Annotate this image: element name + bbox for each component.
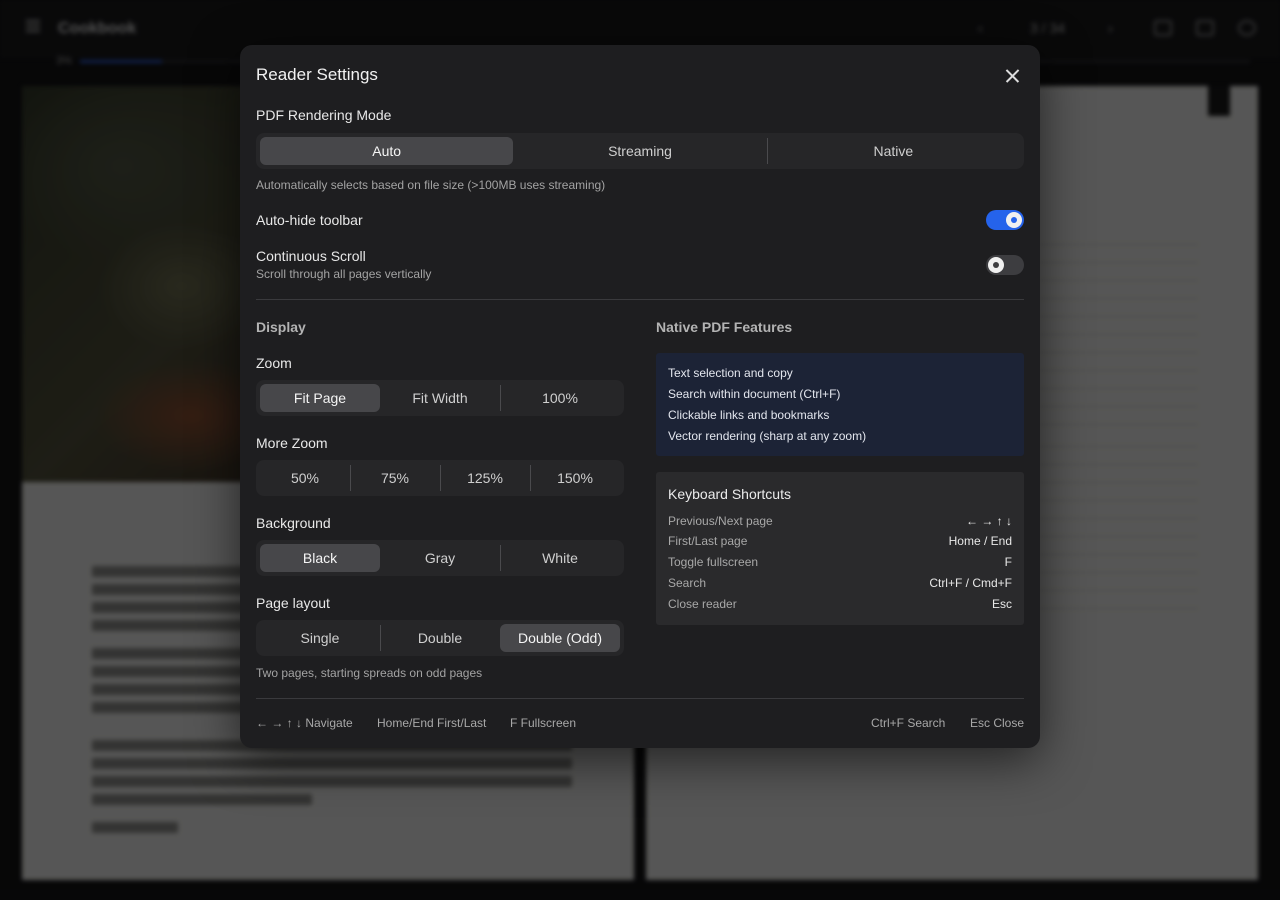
shortcut-keys: F [1004,555,1012,569]
rendering-native-option[interactable]: Native [766,137,1020,165]
toggle-knob [1006,212,1022,228]
background-label: Background [256,515,331,531]
shortcut-action: Search [668,576,707,590]
shortcut-action: Previous/Next page [668,514,773,528]
zoom-125-option[interactable]: 125% [440,464,530,492]
background-white-option[interactable]: White [500,544,620,572]
more-zoom-selector: 50% 75% 125% 150% [256,460,624,496]
section-divider [256,299,1024,300]
rendering-streaming-option[interactable]: Streaming [513,137,766,165]
footer-first-last-hint: Home/End First/Last [377,716,487,730]
auto-hide-toolbar-label: Auto-hide toolbar [256,212,363,228]
native-features-panel: Text selection and copy Search within do… [656,353,1024,456]
rendering-auto-option[interactable]: Auto [260,137,514,165]
feature-item: Search within document (Ctrl+F) [668,387,841,401]
zoom-50-option[interactable]: 50% [260,464,350,492]
rendering-mode-selector: Auto Streaming Native [256,133,1024,169]
rendering-mode-label: PDF Rendering Mode [256,107,392,123]
shortcut-keys: Esc [991,597,1012,611]
background-gray-option[interactable]: Gray [380,544,500,572]
layout-double-odd-option[interactable]: Double (Odd) [500,624,620,652]
continuous-scroll-toggle[interactable] [986,255,1024,275]
footer-divider [256,698,1024,699]
continuous-scroll-label: Continuous Scroll [256,248,366,264]
display-section-title: Display [256,319,306,335]
close-icon[interactable] [1002,65,1024,87]
auto-hide-toolbar-toggle[interactable] [986,210,1024,230]
footer-search-hint: Ctrl+F Search [871,716,946,730]
zoom-150-option[interactable]: 150% [530,464,620,492]
shortcut-keys: Home / End [948,534,1012,548]
toggle-knob [988,257,1004,273]
native-features-title: Native PDF Features [656,319,793,335]
footer-fullscreen-hint: F Fullscreen [510,716,577,730]
shortcut-action: First/Last page [668,534,748,548]
shortcut-keys: ← → ↑ ↓ [965,514,1012,528]
layout-double-option[interactable]: Double [380,624,500,652]
feature-item: Vector rendering (sharp at any zoom) [668,429,867,443]
page-layout-description: Two pages, starting spreads on odd pages [256,666,483,680]
zoom-100-option[interactable]: 100% [500,384,620,412]
shortcut-action: Toggle fullscreen [668,555,759,569]
page-layout-selector: Single Double Double (Odd) [256,620,624,656]
feature-item: Clickable links and bookmarks [668,408,830,422]
continuous-scroll-description: Scroll through all pages vertically [256,267,432,281]
background-selector: Black Gray White [256,540,624,576]
shortcut-action: Close reader [668,597,737,611]
shortcuts-title: Keyboard Shortcuts [668,486,791,502]
dialog-title: Reader Settings [256,65,378,84]
feature-item: Text selection and copy [668,366,793,380]
footer-navigate-hint: ← → ↑ ↓ Navigate [256,716,353,730]
zoom-75-option[interactable]: 75% [350,464,440,492]
background-black-option[interactable]: Black [260,544,380,572]
zoom-label: Zoom [256,355,292,371]
zoom-fit-page-option[interactable]: Fit Page [260,384,380,412]
keyboard-shortcuts-panel: Keyboard Shortcuts Previous/Next page ← … [656,472,1024,625]
shortcut-keys: Ctrl+F / Cmd+F [929,576,1012,590]
rendering-mode-description: Automatically selects based on file size… [256,178,606,192]
zoom-selector: Fit Page Fit Width 100% [256,380,624,416]
reader-settings-dialog: Reader Settings PDF Rendering Mode Auto … [240,45,1040,748]
more-zoom-label: More Zoom [256,435,328,451]
layout-single-option[interactable]: Single [260,624,380,652]
zoom-fit-width-option[interactable]: Fit Width [380,384,500,412]
footer-close-hint: Esc Close [970,716,1025,730]
page-layout-label: Page layout [256,595,330,611]
